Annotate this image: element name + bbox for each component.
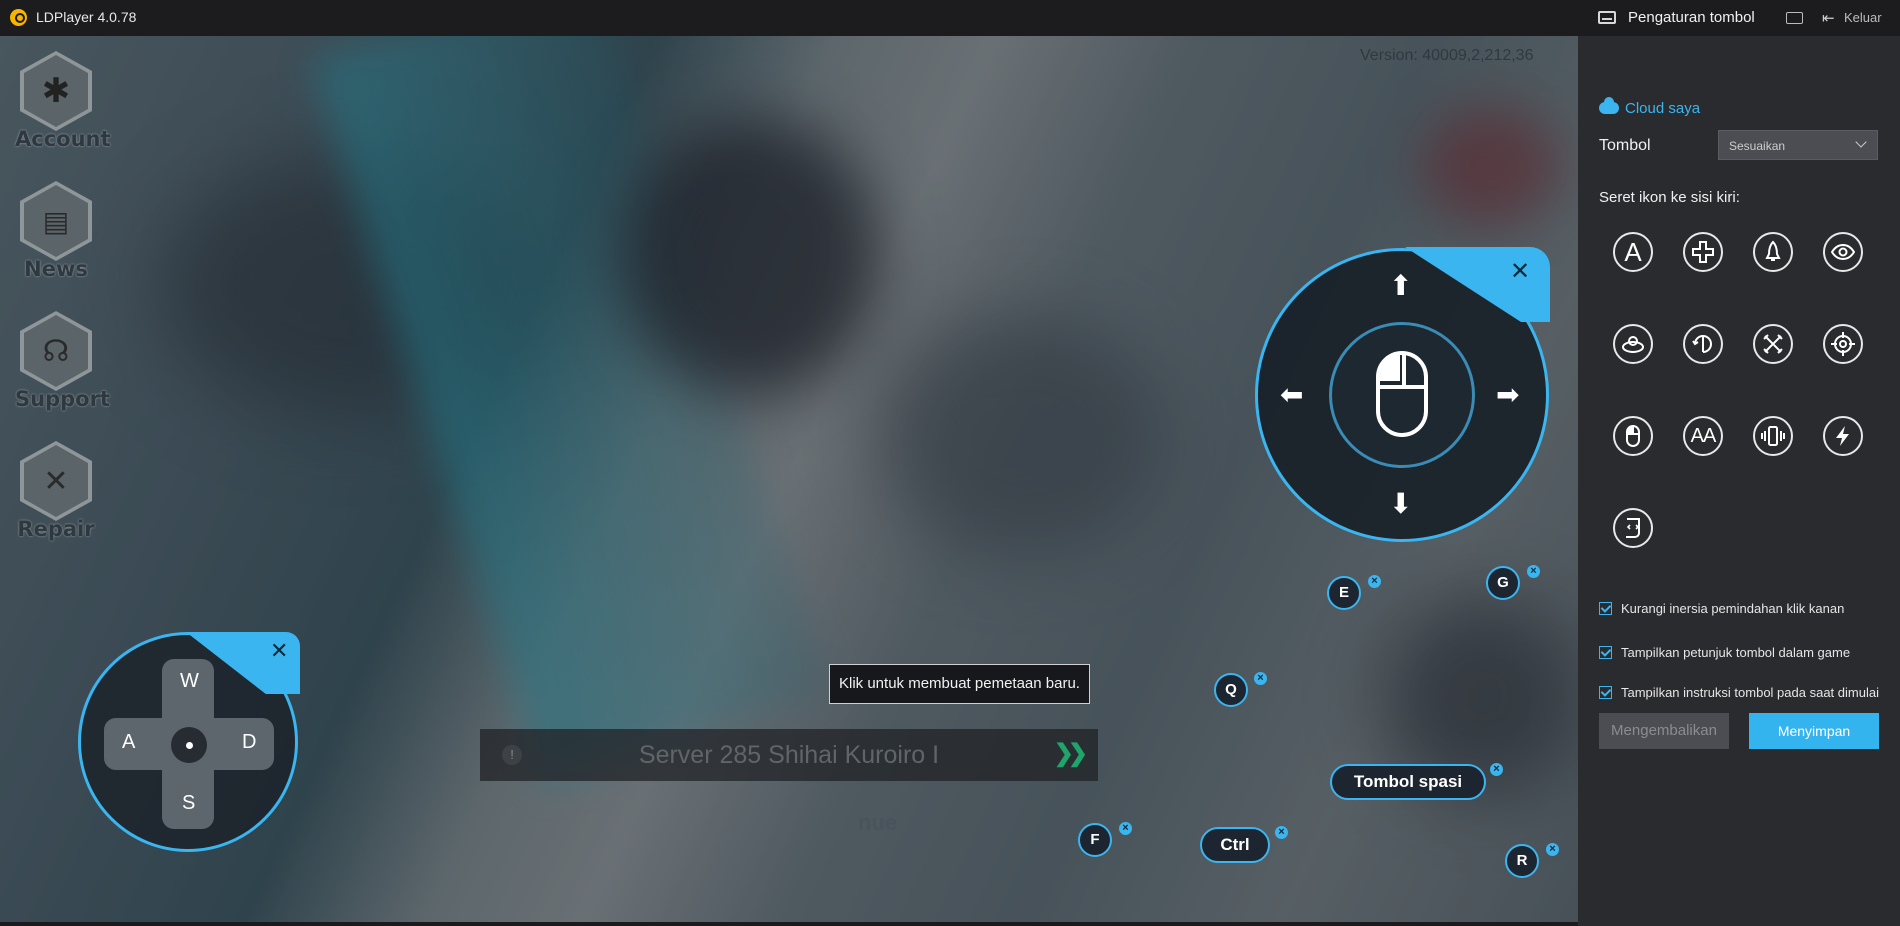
cloud-icon [1599, 97, 1619, 114]
remove-key-e-icon[interactable]: × [1368, 575, 1381, 588]
show-instructions-label: Tampilkan instruksi tombol pada saat dim… [1621, 685, 1879, 700]
arrow-right-icon: ➡ [1496, 379, 1520, 410]
new-mapping-tooltip: Klik untuk membuat pemetaan baru. [829, 664, 1090, 704]
dpad-icon[interactable] [1683, 232, 1723, 272]
show-instructions-checkbox[interactable] [1599, 686, 1612, 699]
my-cloud-link[interactable]: Cloud saya [1625, 100, 1700, 117]
crossed-swords-icon[interactable] [1753, 324, 1793, 364]
key-ctrl[interactable]: Ctrl [1200, 827, 1270, 863]
lightning-icon[interactable] [1823, 416, 1863, 456]
arrow-up-icon: ⬆ [1389, 270, 1413, 301]
remove-key-space-icon[interactable]: × [1490, 763, 1503, 776]
preset-select[interactable]: Sesuaikan [1718, 130, 1878, 160]
rocket-skill-icon[interactable] [1753, 232, 1793, 272]
reduce-inertia-checkbox[interactable] [1599, 602, 1612, 615]
remove-key-ctrl-icon[interactable]: × [1275, 826, 1288, 839]
ldplayer-logo-icon [10, 9, 27, 26]
preset-label: Tombol [1599, 137, 1651, 154]
key-q[interactable]: Q [1214, 673, 1248, 707]
arrow-left-icon: ⬅ [1280, 379, 1304, 410]
folder-icon[interactable] [1786, 12, 1803, 24]
key-f[interactable]: F [1078, 823, 1112, 857]
server-name: Server 285 Shihai Kuroiro I [638, 741, 940, 769]
app-title: LDPlayer 4.0.78 [36, 9, 137, 25]
keyboard-icon [1598, 11, 1616, 24]
dpad-center[interactable] [171, 727, 207, 763]
tools-icon: ✕ [20, 441, 92, 521]
game-version: Version: 40009,2,212,36 [1360, 47, 1534, 64]
show-hints-label: Tampilkan petunjuk tombol dalam game [1621, 645, 1851, 660]
exit-icon[interactable]: ⇤ [1822, 9, 1835, 27]
server-selector[interactable]: ! Server 285 Shihai Kuroiro I ❯❯ [480, 729, 1098, 781]
arrow-down-icon: ⬇ [1389, 488, 1413, 519]
key-r[interactable]: R [1505, 844, 1539, 878]
close-icon[interactable]: ✕ [270, 640, 288, 662]
key-settings-panel: Pengaturan tombol ⇤ Keluar Cloud saya To… [1578, 0, 1900, 926]
preset-select-value: Sesuaikan [1729, 139, 1786, 153]
rotate-view-icon[interactable] [1683, 324, 1723, 364]
reduce-inertia-label: Kurangi inersia pemindahan klik kanan [1621, 601, 1845, 616]
mouse-icon[interactable] [1613, 416, 1653, 456]
key-s[interactable]: S [182, 792, 195, 815]
tap-key-icon[interactable]: A [1613, 232, 1653, 272]
drag-hint: Seret ikon ke sisi kiri: [1599, 189, 1740, 206]
continue-text[interactable]: nue [858, 810, 897, 836]
reset-button[interactable]: Mengembalikan [1599, 713, 1729, 749]
key-e[interactable]: E [1327, 576, 1361, 610]
close-icon[interactable]: ✕ [1510, 260, 1530, 284]
key-a[interactable]: A [122, 731, 135, 754]
sidebar-item-repair[interactable]: ✕ Repair [15, 441, 97, 541]
key-g[interactable]: G [1486, 566, 1520, 600]
chevron-down-icon [1855, 136, 1867, 148]
shake-phone-icon[interactable] [1753, 416, 1793, 456]
next-arrows-icon[interactable]: ❯❯ [1054, 739, 1088, 768]
key-w[interactable]: W [180, 670, 199, 693]
remove-key-g-icon[interactable]: × [1527, 565, 1540, 578]
remove-key-r-icon[interactable]: × [1546, 843, 1559, 856]
sidebar-item-support[interactable]: ☊ Support [15, 311, 110, 411]
sidebar-item-news[interactable]: ▤ News [15, 181, 97, 281]
panel-header: Pengaturan tombol ⇤ Keluar [1578, 0, 1900, 36]
news-icon: ▤ [20, 181, 92, 261]
headset-icon: ☊ [20, 311, 92, 391]
save-button[interactable]: Menyimpan [1749, 713, 1879, 749]
account-icon: ✱ [20, 51, 92, 131]
key-space[interactable]: Tombol spasi [1330, 764, 1486, 800]
rotate-pad-icon[interactable] [1613, 324, 1653, 364]
sidebar-item-account[interactable]: ✱ Account [15, 51, 111, 151]
show-hints-checkbox[interactable] [1599, 646, 1612, 659]
script-icon[interactable] [1613, 508, 1653, 548]
remove-key-f-icon[interactable]: × [1119, 822, 1132, 835]
crosshair-icon[interactable] [1823, 324, 1863, 364]
exit-button[interactable]: Keluar [1844, 10, 1882, 25]
key-d[interactable]: D [242, 731, 256, 754]
panel-title: Pengaturan tombol [1628, 9, 1755, 26]
combo-key-icon[interactable]: AA [1683, 416, 1723, 456]
eye-view-icon[interactable] [1823, 232, 1863, 272]
remove-key-q-icon[interactable]: × [1254, 672, 1267, 685]
